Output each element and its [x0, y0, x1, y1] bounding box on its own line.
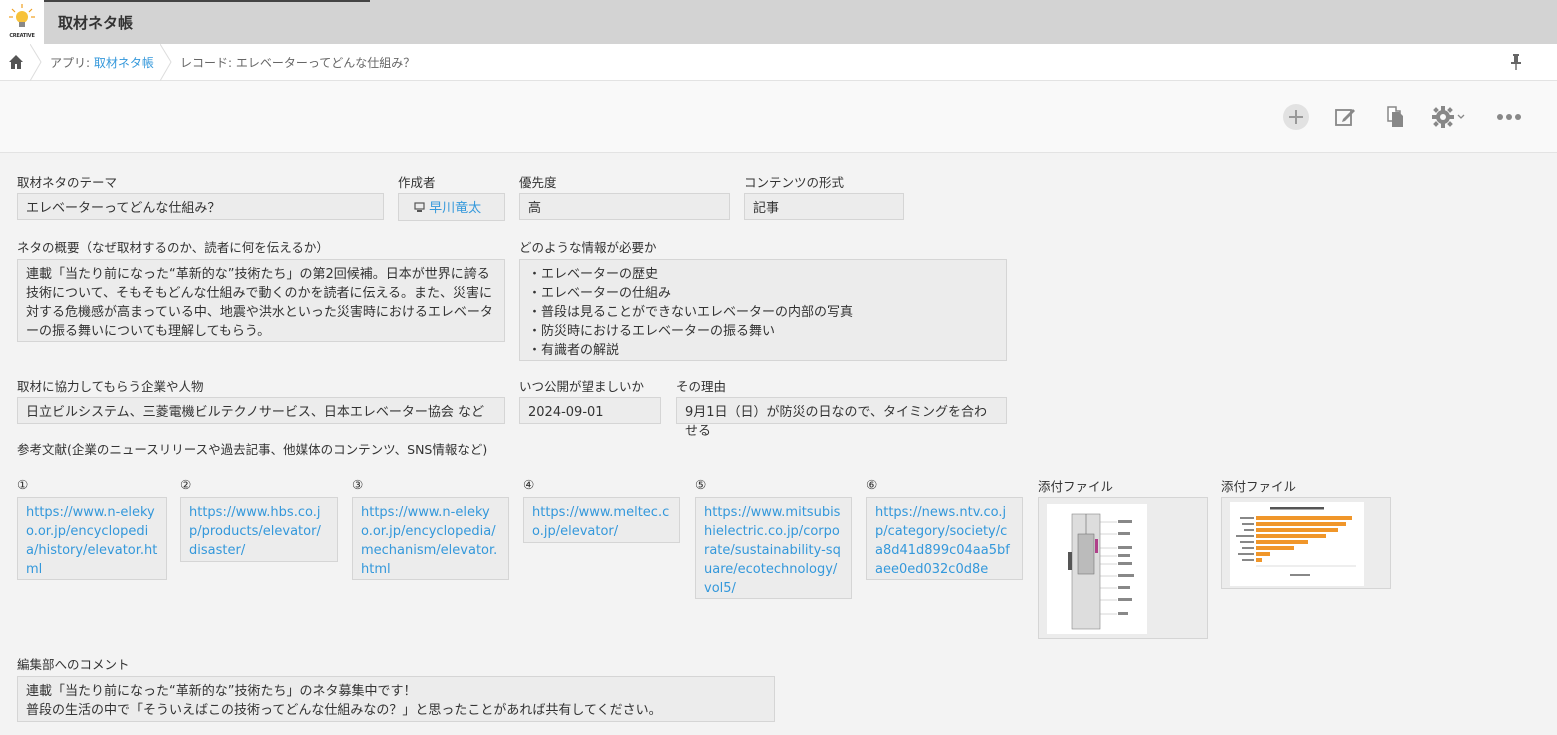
comment-label: 編集部へのコメント [17, 657, 130, 672]
lightbulb-icon [9, 4, 35, 27]
publish-date-label: いつ公開が望ましいか [519, 379, 645, 394]
priority-label: 優先度 [519, 175, 557, 190]
breadcrumb-separator [30, 44, 42, 81]
edit-icon [1335, 109, 1355, 126]
breadcrumb-app: アプリ: 取材ネタ帳 [50, 54, 154, 71]
home-icon[interactable] [8, 54, 24, 70]
priority-value: 高 [519, 193, 730, 220]
reference-link-box: https://www.meltec.co.jp/elevator/ [523, 497, 680, 543]
summary-label: ネタの概要（なぜ取材するのか、読者に何を伝えるか） [17, 240, 329, 255]
reference-link[interactable]: https://www.hbs.co.jp/products/elevator/… [189, 505, 321, 558]
elevator-diagram-thumbnail[interactable] [1047, 504, 1147, 634]
reference-link[interactable]: https://www.n-elekyo.or.jp/encyclopedia/… [26, 505, 157, 577]
theme-label: 取材ネタのテーマ [17, 175, 118, 190]
edit-record-button[interactable] [1330, 102, 1360, 132]
attachment-label: 添付ファイル [1038, 479, 1114, 494]
reference-link-box: https://www.n-elekyo.or.jp/encyclopedia/… [17, 497, 167, 580]
author-label: 作成者 [398, 175, 436, 190]
breadcrumb: アプリ: 取材ネタ帳 レコード: エレベーターってどんな仕組み？ [0, 44, 1557, 81]
reference-link-box: https://www.n-elekyo.or.jp/encyclopedia/… [352, 497, 509, 580]
format-label: コンテンツの形式 [744, 175, 845, 190]
breadcrumb-app-link[interactable]: 取材ネタ帳 [94, 56, 154, 70]
logo-text: CREATIVE [9, 33, 35, 39]
settings-button[interactable] [1429, 102, 1469, 132]
summary-value: 連載「当たり前になった“革新的な”技術たち」の第2回候補。日本が世界に誇る技術に… [17, 259, 505, 342]
publish-date-value: 2024-09-01 [519, 397, 661, 424]
references-label: 参考文献(企業のニュースリリースや過去記事、他媒体のコンテンツ、SNS情報など) [17, 442, 488, 457]
reference-number: ① [17, 477, 29, 492]
record-toolbar [0, 81, 1557, 153]
breadcrumb-app-prefix: アプリ: [50, 56, 94, 70]
theme-value: エレベーターってどんな仕組み？ [17, 193, 384, 220]
app-title: 取材ネタ帳 [58, 14, 134, 32]
partners-value: 日立ビルシステム、三菱電機ビルテクノサービス、日本エレベーター協会 など [17, 397, 505, 424]
plus-icon [1283, 104, 1309, 130]
reason-value: 9月1日（日）が防災の日なので、タイミングを合わせる [676, 397, 1007, 439]
info-needed-label: どのような情報が必要か [519, 240, 657, 255]
app-header: CREATIVE 取材ネタ帳 [0, 0, 1557, 44]
reference-link-box: https://www.mitsubishielectric.co.jp/cor… [695, 497, 852, 599]
breadcrumb-record: レコード: エレベーターってどんな仕組み？ [180, 56, 416, 70]
user-icon [414, 202, 425, 212]
reference-number: ⑥ [866, 477, 878, 492]
author-field: 早川竜太 [398, 193, 505, 221]
loading-bar [0, 0, 370, 2]
more-actions-button[interactable] [1494, 102, 1524, 132]
attachment-box [1038, 497, 1208, 639]
reference-number: ② [180, 477, 192, 492]
partners-label: 取材に協力してもらう企業や人物 [17, 379, 204, 394]
market-share-chart-thumbnail[interactable] [1230, 502, 1364, 586]
copy-icon [1387, 106, 1403, 127]
reference-link[interactable]: https://www.mitsubishielectric.co.jp/cor… [704, 505, 841, 596]
pin-icon[interactable] [1509, 54, 1523, 70]
reference-link-box: https://www.hbs.co.jp/products/elevator/… [180, 497, 338, 562]
author-link[interactable]: 早川竜太 [429, 201, 481, 216]
reference-number: ④ [523, 477, 535, 492]
info-needed-value: ・エレベーターの歴史 ・エレベーターの仕組み ・普段は見ることができないエレベー… [519, 259, 1007, 361]
attachment-label: 添付ファイル [1221, 479, 1297, 494]
reference-link-box: https://news.ntv.co.jp/category/society/… [866, 497, 1023, 580]
app-logo[interactable]: CREATIVE [0, 0, 44, 44]
reason-label: その理由 [676, 379, 727, 394]
duplicate-record-button[interactable] [1380, 102, 1410, 132]
reference-link[interactable]: https://news.ntv.co.jp/category/society/… [875, 505, 1010, 577]
more-icon [1497, 114, 1521, 120]
reference-link[interactable]: https://www.meltec.co.jp/elevator/ [532, 505, 669, 539]
comment-value: 連載「当たり前になった“革新的な”技術たち」のネタ募集中です！ 普段の生活の中で… [17, 676, 775, 722]
gear-icon [1432, 106, 1465, 128]
attachment-box [1221, 497, 1391, 589]
reference-number: ③ [352, 477, 364, 492]
breadcrumb-separator [160, 44, 172, 81]
add-record-button[interactable] [1281, 102, 1311, 132]
format-value: 記事 [744, 193, 904, 220]
reference-number: ⑤ [695, 477, 707, 492]
reference-link[interactable]: https://www.n-elekyo.or.jp/encyclopedia/… [361, 505, 497, 577]
